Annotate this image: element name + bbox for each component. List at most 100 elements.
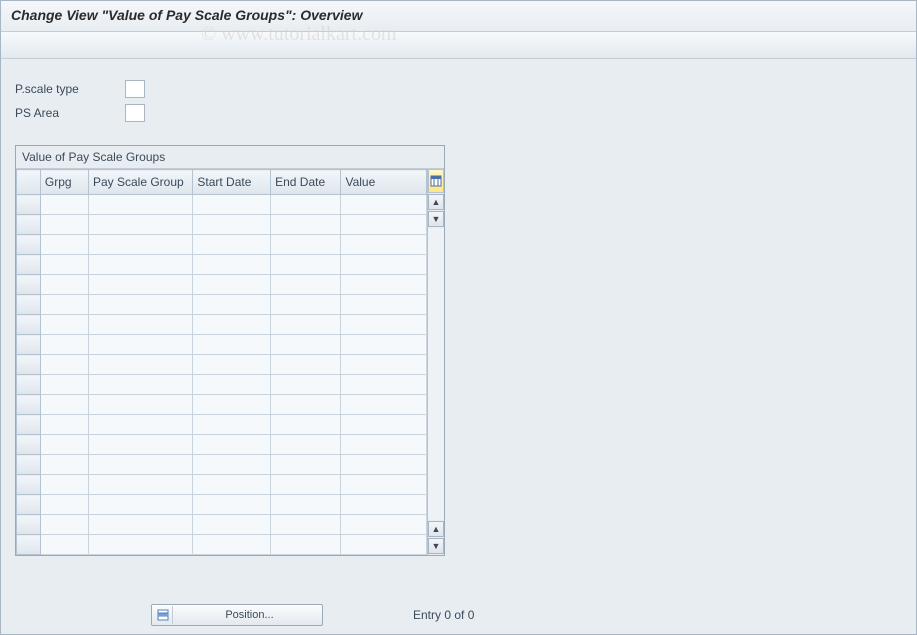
table-row[interactable] [17,355,427,375]
table-cell[interactable] [341,495,427,515]
table-row[interactable] [17,495,427,515]
table-cell[interactable] [40,415,88,435]
table-cell[interactable] [193,435,271,455]
table-cell[interactable] [88,455,192,475]
table-config-button[interactable] [428,169,444,193]
table-cell[interactable] [193,215,271,235]
table-cell[interactable] [88,435,192,455]
table-cell[interactable] [271,515,341,535]
table-cell[interactable] [193,475,271,495]
table-row[interactable] [17,455,427,475]
table-cell[interactable] [40,355,88,375]
table-cell[interactable] [193,515,271,535]
table-cell[interactable] [341,475,427,495]
table-cell[interactable] [193,395,271,415]
row-selector[interactable] [17,355,41,375]
table-cell[interactable] [341,375,427,395]
table-cell[interactable] [193,495,271,515]
table-cell[interactable] [271,415,341,435]
row-selector[interactable] [17,415,41,435]
table-cell[interactable] [40,215,88,235]
table-cell[interactable] [88,415,192,435]
table-row[interactable] [17,335,427,355]
table-row[interactable] [17,195,427,215]
table-cell[interactable] [341,395,427,415]
table-row[interactable] [17,235,427,255]
table-row[interactable] [17,415,427,435]
table-cell[interactable] [88,235,192,255]
col-header-psg[interactable]: Pay Scale Group [88,170,192,195]
col-header-value[interactable]: Value [341,170,427,195]
table-cell[interactable] [341,435,427,455]
scroll-up-button[interactable]: ▲ [428,194,444,210]
table-cell[interactable] [40,455,88,475]
row-selector[interactable] [17,495,41,515]
col-header-grpg[interactable]: Grpg [40,170,88,195]
table-cell[interactable] [40,235,88,255]
table-cell[interactable] [40,335,88,355]
scroll-down-button-bottom[interactable]: ▼ [428,538,444,554]
table-cell[interactable] [40,255,88,275]
row-selector[interactable] [17,195,41,215]
table-cell[interactable] [271,435,341,455]
table-cell[interactable] [271,255,341,275]
table-cell[interactable] [341,315,427,335]
table-cell[interactable] [88,315,192,335]
table-cell[interactable] [193,375,271,395]
table-cell[interactable] [88,495,192,515]
table-row[interactable] [17,515,427,535]
table-cell[interactable] [88,275,192,295]
table-row[interactable] [17,295,427,315]
row-selector[interactable] [17,215,41,235]
table-cell[interactable] [40,195,88,215]
row-selector[interactable] [17,335,41,355]
table-cell[interactable] [88,255,192,275]
table-cell[interactable] [40,275,88,295]
table-cell[interactable] [40,395,88,415]
table-cell[interactable] [271,455,341,475]
table-cell[interactable] [88,295,192,315]
row-selector[interactable] [17,535,41,555]
table-cell[interactable] [88,535,192,555]
table-row[interactable] [17,435,427,455]
table-cell[interactable] [341,215,427,235]
table-cell[interactable] [88,195,192,215]
table-cell[interactable] [271,475,341,495]
table-cell[interactable] [88,355,192,375]
table-cell[interactable] [193,455,271,475]
position-button[interactable]: Position... [151,604,323,626]
table-cell[interactable] [88,475,192,495]
row-selector[interactable] [17,375,41,395]
table-cell[interactable] [271,295,341,315]
table-cell[interactable] [271,195,341,215]
col-header-start[interactable]: Start Date [193,170,271,195]
table-cell[interactable] [271,355,341,375]
table-cell[interactable] [40,375,88,395]
row-selector[interactable] [17,315,41,335]
row-selector[interactable] [17,475,41,495]
table-row[interactable] [17,395,427,415]
table-cell[interactable] [341,195,427,215]
table-cell[interactable] [193,535,271,555]
table-cell[interactable] [193,235,271,255]
table-cell[interactable] [271,275,341,295]
table-cell[interactable] [40,435,88,455]
table-cell[interactable] [341,355,427,375]
vertical-scrollbar[interactable]: ▲ ▼ ▲ ▼ [427,169,444,555]
table-cell[interactable] [88,375,192,395]
table-cell[interactable] [341,335,427,355]
row-selector[interactable] [17,275,41,295]
table-cell[interactable] [40,475,88,495]
pscale-type-input[interactable] [125,80,145,98]
col-header-end[interactable]: End Date [271,170,341,195]
row-selector[interactable] [17,235,41,255]
table-cell[interactable] [40,315,88,335]
table-cell[interactable] [40,515,88,535]
table-cell[interactable] [193,295,271,315]
table-cell[interactable] [193,195,271,215]
table-cell[interactable] [271,235,341,255]
table-cell[interactable] [271,375,341,395]
table-cell[interactable] [40,535,88,555]
table-cell[interactable] [193,335,271,355]
table-cell[interactable] [341,515,427,535]
